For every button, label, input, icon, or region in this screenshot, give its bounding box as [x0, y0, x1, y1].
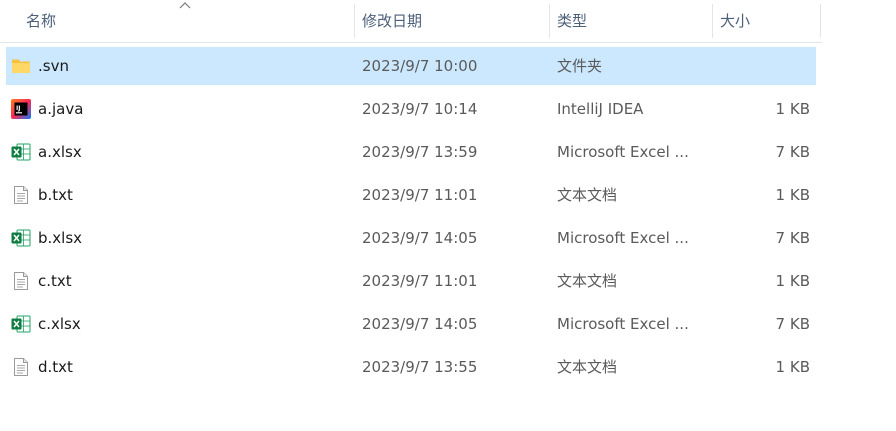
- file-name: .svn: [38, 57, 69, 75]
- column-header-type-label: 类型: [557, 12, 588, 30]
- svg-text:IJ: IJ: [16, 105, 20, 112]
- file-type: 文本文档: [557, 186, 618, 204]
- file-modified-date: 2023/9/7 11:01: [362, 186, 478, 204]
- file-size: 7 KB: [775, 143, 810, 161]
- file-size: 7 KB: [775, 229, 810, 247]
- intellij-icon: IJ: [11, 99, 31, 119]
- column-header-type[interactable]: 类型: [557, 0, 709, 42]
- file-type: IntelliJ IDEA: [557, 100, 644, 118]
- file-name: a.java: [38, 100, 84, 118]
- column-divider[interactable]: [354, 4, 355, 38]
- file-row[interactable]: b.txt 2023/9/7 11:01 文本文档 1 KB: [6, 176, 816, 214]
- file-size: 1 KB: [775, 272, 810, 290]
- file-type: 文本文档: [557, 272, 618, 290]
- file-size: 1 KB: [775, 186, 810, 204]
- folder-icon: [11, 56, 31, 76]
- column-header-size-label: 大小: [720, 12, 751, 30]
- column-divider[interactable]: [549, 4, 550, 38]
- column-header-name-label: 名称: [26, 12, 57, 30]
- file-type: Microsoft Excel ...: [557, 229, 689, 247]
- file-size: 7 KB: [775, 315, 810, 333]
- file-modified-date: 2023/9/7 10:00: [362, 57, 478, 75]
- file-type: Microsoft Excel ...: [557, 315, 689, 333]
- file-row[interactable]: c.txt 2023/9/7 11:01 文本文档 1 KB: [6, 262, 816, 300]
- column-header-date[interactable]: 修改日期: [362, 0, 548, 42]
- file-name: b.txt: [38, 186, 73, 204]
- file-modified-date: 2023/9/7 14:05: [362, 229, 478, 247]
- file-name: a.xlsx: [38, 143, 82, 161]
- column-header-bar: 名称 修改日期 类型 大小: [0, 0, 822, 43]
- column-divider[interactable]: [820, 4, 821, 38]
- file-name: c.xlsx: [38, 315, 81, 333]
- excel-icon: [11, 142, 31, 162]
- file-modified-date: 2023/9/7 13:55: [362, 358, 478, 376]
- file-row[interactable]: .svn 2023/9/7 10:00 文件夹: [6, 47, 816, 85]
- file-row[interactable]: c.xlsx 2023/9/7 14:05 Microsoft Excel ... 7…: [6, 305, 816, 343]
- column-header-name[interactable]: 名称: [26, 0, 354, 42]
- text-file-icon: [11, 357, 31, 377]
- file-modified-date: 2023/9/7 14:05: [362, 315, 478, 333]
- column-header-date-label: 修改日期: [362, 12, 423, 30]
- file-modified-date: 2023/9/7 10:14: [362, 100, 478, 118]
- file-row[interactable]: a.xlsx 2023/9/7 13:59 Microsoft Excel ... 7…: [6, 133, 816, 171]
- text-file-icon: [11, 185, 31, 205]
- file-name: b.xlsx: [38, 229, 83, 247]
- file-size: 1 KB: [775, 100, 810, 118]
- text-file-icon: [11, 271, 31, 291]
- file-explorer: 名称 修改日期 类型 大小 .svn 2023/9/7 10:00 文件夹 IJ a.j…: [0, 0, 896, 431]
- excel-icon: [11, 228, 31, 248]
- file-type: Microsoft Excel ...: [557, 143, 689, 161]
- file-row[interactable]: d.txt 2023/9/7 13:55 文本文档 1 KB: [6, 348, 816, 386]
- file-modified-date: 2023/9/7 13:59: [362, 143, 478, 161]
- file-row[interactable]: b.xlsx 2023/9/7 14:05 Microsoft Excel ... 7…: [6, 219, 816, 257]
- excel-icon: [11, 314, 31, 334]
- file-modified-date: 2023/9/7 11:01: [362, 272, 478, 290]
- column-header-size[interactable]: 大小: [720, 0, 818, 42]
- file-name: c.txt: [38, 272, 72, 290]
- file-name: d.txt: [38, 358, 73, 376]
- file-size: 1 KB: [775, 358, 810, 376]
- column-divider[interactable]: [712, 4, 713, 38]
- file-type: 文本文档: [557, 358, 618, 376]
- file-type: 文件夹: [557, 57, 603, 75]
- file-row[interactable]: IJ a.java 2023/9/7 10:14 IntelliJ IDEA 1 KB: [6, 90, 816, 128]
